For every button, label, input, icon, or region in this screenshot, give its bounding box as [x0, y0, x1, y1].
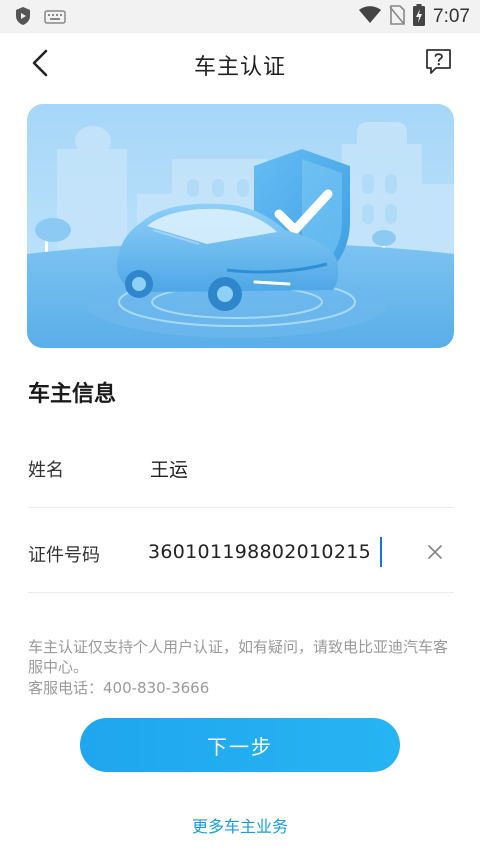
wifi-icon [359, 6, 382, 28]
service-phone: 客服电话：400-830-3666 [28, 679, 210, 697]
section-title-owner-info: 车主信息 [28, 382, 117, 407]
battery-charging-icon [413, 4, 426, 30]
help-question-icon [426, 49, 451, 74]
shield-app-icon [14, 6, 32, 30]
id-number-row: 证件号码 [28, 513, 454, 593]
page-title: 车主认证 [193, 55, 286, 80]
next-step-button[interactable]: 下一步 [80, 718, 400, 772]
banner-illustration [27, 104, 454, 348]
status-bar: 7:07 [0, 0, 480, 33]
no-sim-icon [389, 5, 405, 29]
keyboard-icon [44, 9, 66, 28]
name-label: 姓名 [28, 460, 64, 481]
text-caret [380, 537, 382, 567]
clear-button[interactable] [422, 539, 448, 565]
id-number-label: 证件号码 [28, 545, 100, 566]
nav-header: 车主认证 [0, 33, 480, 91]
name-value: 王运 [150, 459, 189, 481]
help-button[interactable] [424, 47, 454, 77]
close-x-icon [428, 545, 442, 559]
name-row: 姓名 王运 [28, 428, 454, 508]
more-owner-services-link[interactable]: 更多车主业务 [0, 813, 480, 837]
car-shield-illustration [27, 104, 454, 348]
id-number-input[interactable] [148, 535, 398, 569]
status-time: 7:07 [433, 6, 470, 27]
notice-text: 车主认证仅支持个人用户认证，如有疑问，请致电比亚迪汽车客服中心。 [28, 638, 449, 676]
